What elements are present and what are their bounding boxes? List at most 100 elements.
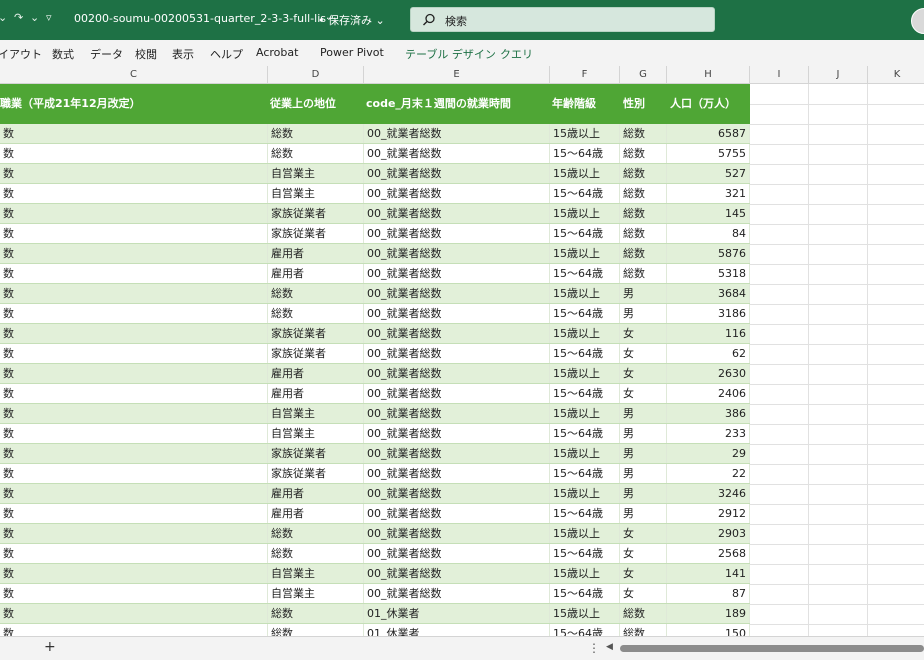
cell-sex[interactable]: 総数 xyxy=(620,244,667,263)
cell-employment-status[interactable]: 自営業主 xyxy=(268,564,364,583)
cell-working-hours-code[interactable]: 00_就業者総数 xyxy=(364,264,550,283)
cell-working-hours-code[interactable]: 01_休業者 xyxy=(364,604,550,623)
dropdown-icon[interactable]: ⌄ xyxy=(30,11,39,24)
cell-age-group[interactable]: 15～64歳 xyxy=(550,424,620,443)
cell-occupation[interactable]: 数 xyxy=(0,404,268,423)
file-name[interactable]: 00200-soumu-00200531-quarter_2-3-3-full-… xyxy=(74,12,337,25)
cell-employment-status[interactable]: 雇用者 xyxy=(268,504,364,523)
horizontal-scrollbar[interactable] xyxy=(620,645,924,652)
cell-sex[interactable]: 総数 xyxy=(620,124,667,143)
cell-employment-status[interactable]: 総数 xyxy=(268,304,364,323)
cell-employment-status[interactable]: 雇用者 xyxy=(268,244,364,263)
cell-population[interactable]: 116 xyxy=(667,324,750,343)
cell-occupation[interactable]: 数 xyxy=(0,344,268,363)
cell-sex[interactable]: 男 xyxy=(620,464,667,483)
cell-population[interactable]: 29 xyxy=(667,444,750,463)
empty-column-i[interactable] xyxy=(750,84,809,636)
cell-age-group[interactable]: 15歳以上 xyxy=(550,444,620,463)
cell-population[interactable]: 62 xyxy=(667,344,750,363)
cell-employment-status[interactable]: 総数 xyxy=(268,624,364,636)
cell-working-hours-code[interactable]: 00_就業者総数 xyxy=(364,164,550,183)
cell-occupation[interactable]: 数 xyxy=(0,244,268,263)
cell-sex[interactable]: 総数 xyxy=(620,224,667,243)
cell-population[interactable]: 189 xyxy=(667,604,750,623)
cell-working-hours-code[interactable]: 00_就業者総数 xyxy=(364,464,550,483)
cell-working-hours-code[interactable]: 00_就業者総数 xyxy=(364,584,550,603)
cell-occupation[interactable]: 数 xyxy=(0,424,268,443)
cell-population[interactable]: 87 xyxy=(667,584,750,603)
cell-age-group[interactable]: 15歳以上 xyxy=(550,204,620,223)
scroll-left-icon[interactable]: ◀ xyxy=(606,642,613,652)
cell-sex[interactable]: 女 xyxy=(620,544,667,563)
worksheet-grid[interactable]: 職業（平成21年12月改定） 従業上の地位 code_月末１週間の就業時間 年齢… xyxy=(0,84,924,636)
cell-population[interactable]: 22 xyxy=(667,464,750,483)
cell-sex[interactable]: 女 xyxy=(620,344,667,363)
cell-sex[interactable]: 女 xyxy=(620,364,667,383)
header-cell-sex[interactable]: 性別 xyxy=(623,84,667,124)
empty-column-j[interactable] xyxy=(809,84,868,636)
save-status[interactable]: • 保存済み ⌄ xyxy=(318,12,385,28)
cell-age-group[interactable]: 15～64歳 xyxy=(550,224,620,243)
cell-age-group[interactable]: 15～64歳 xyxy=(550,264,620,283)
cell-working-hours-code[interactable]: 00_就業者総数 xyxy=(364,364,550,383)
header-cell-population[interactable]: 人口（万人） xyxy=(670,84,750,124)
tab-page-layout[interactable]: イアウト xyxy=(0,46,42,62)
cell-population[interactable]: 145 xyxy=(667,204,750,223)
column-header-j[interactable]: J xyxy=(809,66,868,83)
tab-query[interactable]: クエリ xyxy=(500,46,533,62)
cell-sex[interactable]: 男 xyxy=(620,284,667,303)
cell-employment-status[interactable]: 雇用者 xyxy=(268,384,364,403)
cell-occupation[interactable]: 数 xyxy=(0,224,268,243)
cell-occupation[interactable]: 数 xyxy=(0,164,268,183)
cell-occupation[interactable]: 数 xyxy=(0,544,268,563)
cell-occupation[interactable]: 数 xyxy=(0,564,268,583)
cell-population[interactable]: 5318 xyxy=(667,264,750,283)
tab-acrobat[interactable]: Acrobat xyxy=(256,46,298,59)
cell-occupation[interactable]: 数 xyxy=(0,624,268,636)
tab-help[interactable]: ヘルプ xyxy=(210,46,243,62)
cell-sex[interactable]: 女 xyxy=(620,324,667,343)
cell-working-hours-code[interactable]: 00_就業者総数 xyxy=(364,184,550,203)
cell-population[interactable]: 84 xyxy=(667,224,750,243)
cell-occupation[interactable]: 数 xyxy=(0,444,268,463)
search-box[interactable]: 検索 xyxy=(410,7,715,32)
cell-working-hours-code[interactable]: 00_就業者総数 xyxy=(364,484,550,503)
cell-working-hours-code[interactable]: 00_就業者総数 xyxy=(364,204,550,223)
column-header-e[interactable]: E xyxy=(364,66,550,83)
cell-age-group[interactable]: 15歳以上 xyxy=(550,484,620,503)
column-header-k[interactable]: K xyxy=(868,66,924,83)
column-header-f[interactable]: F xyxy=(550,66,620,83)
cell-sex[interactable]: 男 xyxy=(620,424,667,443)
cell-age-group[interactable]: 15～64歳 xyxy=(550,344,620,363)
cell-sex[interactable]: 女 xyxy=(620,564,667,583)
cell-population[interactable]: 141 xyxy=(667,564,750,583)
cell-working-hours-code[interactable]: 00_就業者総数 xyxy=(364,504,550,523)
chevron-down-icon[interactable]: ⌄ xyxy=(0,11,7,24)
cell-working-hours-code[interactable]: 00_就業者総数 xyxy=(364,384,550,403)
cell-population[interactable]: 2903 xyxy=(667,524,750,543)
cell-sex[interactable]: 男 xyxy=(620,444,667,463)
cell-age-group[interactable]: 15歳以上 xyxy=(550,564,620,583)
cell-sex[interactable]: 女 xyxy=(620,384,667,403)
cell-occupation[interactable]: 数 xyxy=(0,284,268,303)
redo-icon[interactable]: ↷ xyxy=(14,11,23,24)
cell-working-hours-code[interactable]: 00_就業者総数 xyxy=(364,224,550,243)
cell-age-group[interactable]: 15～64歳 xyxy=(550,304,620,323)
cell-occupation[interactable]: 数 xyxy=(0,204,268,223)
cell-age-group[interactable]: 15～64歳 xyxy=(550,464,620,483)
cell-employment-status[interactable]: 家族従業者 xyxy=(268,224,364,243)
cell-employment-status[interactable]: 総数 xyxy=(268,144,364,163)
cell-employment-status[interactable]: 総数 xyxy=(268,604,364,623)
cell-sex[interactable]: 総数 xyxy=(620,624,667,636)
cell-working-hours-code[interactable]: 00_就業者総数 xyxy=(364,544,550,563)
tab-view[interactable]: 表示 xyxy=(172,46,194,62)
cell-employment-status[interactable]: 家族従業者 xyxy=(268,344,364,363)
cell-occupation[interactable]: 数 xyxy=(0,364,268,383)
cell-population[interactable]: 321 xyxy=(667,184,750,203)
cell-population[interactable]: 6587 xyxy=(667,124,750,143)
header-cell-occupation[interactable]: 職業（平成21年12月改定） xyxy=(0,84,268,124)
cell-working-hours-code[interactable]: 00_就業者総数 xyxy=(364,304,550,323)
cell-working-hours-code[interactable]: 00_就業者総数 xyxy=(364,404,550,423)
cell-employment-status[interactable]: 自営業主 xyxy=(268,424,364,443)
cell-employment-status[interactable]: 自営業主 xyxy=(268,184,364,203)
